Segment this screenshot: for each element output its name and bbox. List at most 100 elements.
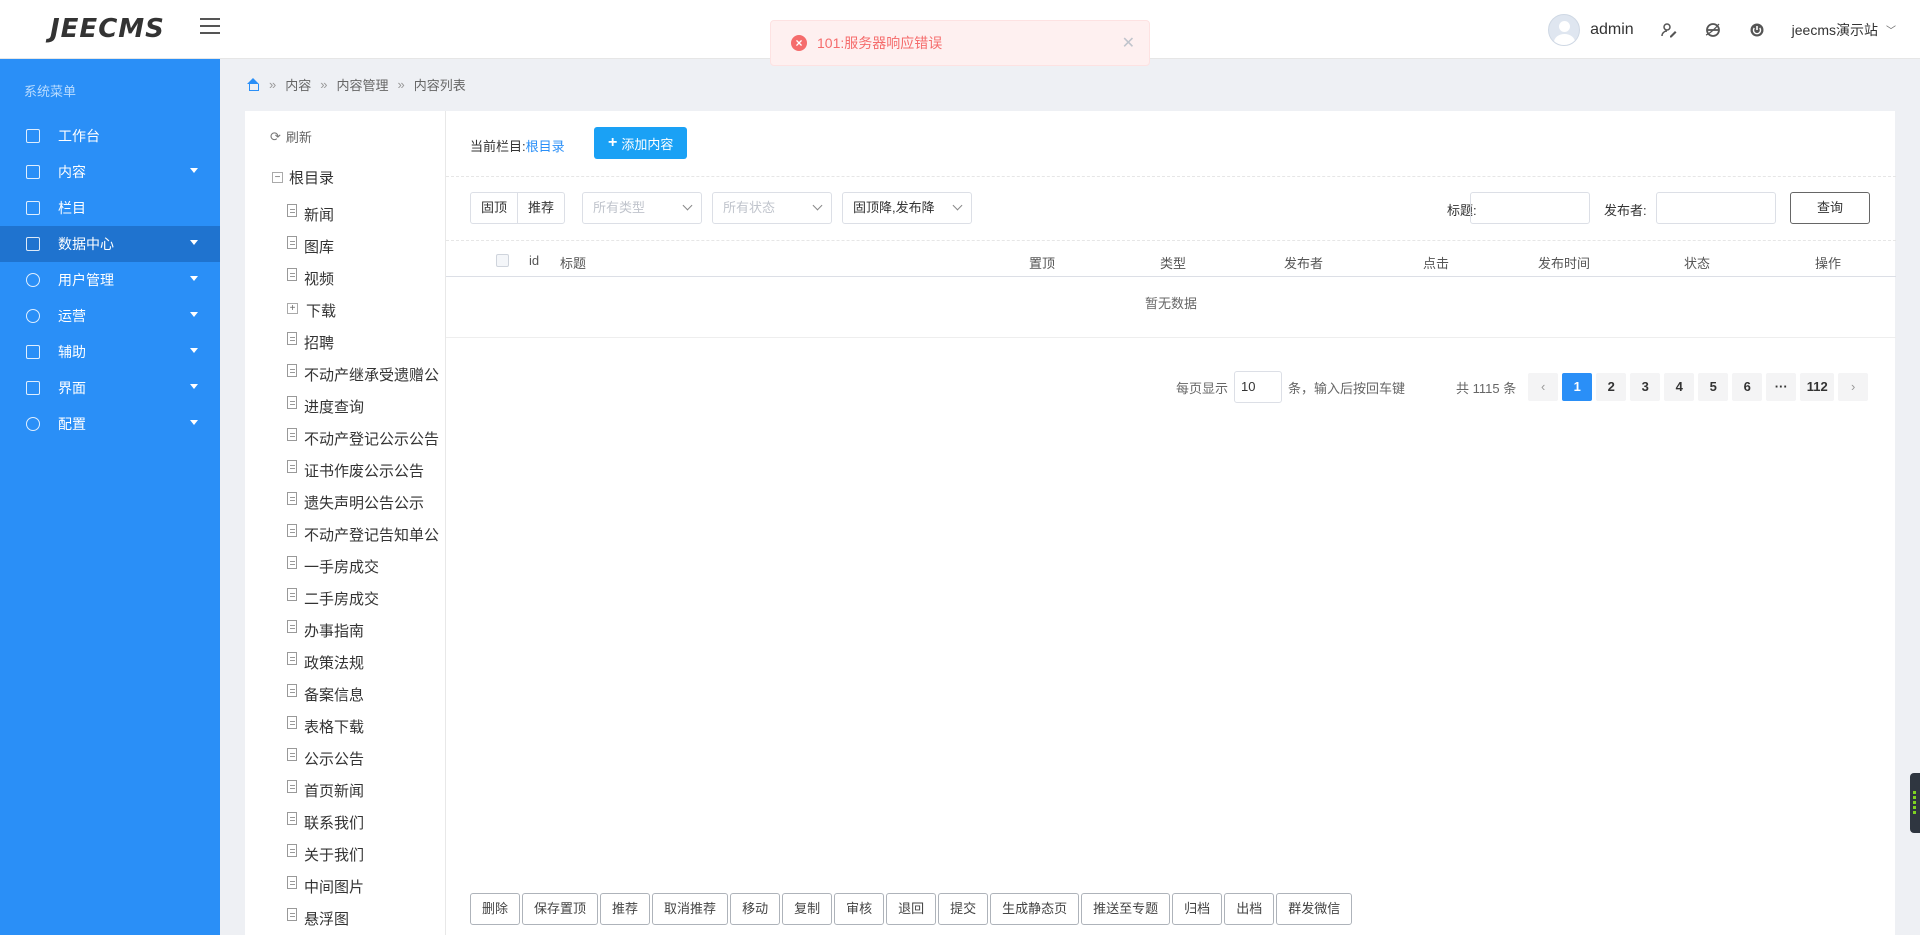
sidebar-item-column[interactable]: 栏目: [0, 190, 220, 226]
select-all-checkbox[interactable]: [496, 254, 509, 267]
tree-node-label: 政策法规: [304, 654, 365, 672]
sidebar-item-user-management[interactable]: 用户管理: [0, 262, 220, 298]
tree-node[interactable]: 进度查询: [287, 390, 439, 422]
bulk-action-button[interactable]: 复制: [782, 893, 833, 925]
tree-node[interactable]: 不动产继承受遗赠公: [287, 358, 439, 390]
bulk-action-button[interactable]: 保存置顶: [522, 893, 599, 925]
column-header[interactable]: 置顶: [1029, 253, 1055, 272]
tree-node[interactable]: 不动产登记告知单公: [287, 518, 439, 550]
tree-node[interactable]: + 下载: [287, 294, 439, 326]
tree-node-label: 进度查询: [304, 398, 365, 416]
tree-node-label: 招聘: [304, 334, 335, 352]
tree-node[interactable]: 关于我们: [287, 838, 439, 870]
tree-node[interactable]: 一手房成交: [287, 550, 439, 582]
sort-select[interactable]: 固顶降,发布降: [842, 192, 972, 224]
power-icon[interactable]: [1748, 21, 1766, 39]
user-edit-icon[interactable]: [1660, 21, 1678, 39]
column-header[interactable]: 发布者: [1284, 253, 1323, 272]
tree-node[interactable]: 遗失声明公告公示: [287, 486, 439, 518]
refresh-button[interactable]: ⟳ 刷新: [270, 127, 312, 146]
bulk-action-button[interactable]: 出档: [1224, 893, 1275, 925]
column-header[interactable]: 状态: [1684, 253, 1710, 272]
tree-node[interactable]: 首页新闻: [287, 774, 439, 806]
page-button[interactable]: 6: [1732, 373, 1763, 401]
sidebar-item-interface[interactable]: 界面: [0, 370, 220, 406]
column-header[interactable]: 发布时间: [1538, 253, 1590, 272]
title-input[interactable]: [1470, 192, 1590, 224]
tree-node[interactable]: 公示公告: [287, 742, 439, 774]
tree-node[interactable]: 政策法规: [287, 646, 439, 678]
tree-node[interactable]: 悬浮图: [287, 902, 439, 934]
sidebar-item-data-center[interactable]: 数据中心: [0, 226, 220, 262]
column-header[interactable]: 点击: [1423, 253, 1449, 272]
column-header[interactable]: 类型: [1160, 253, 1186, 272]
prev-page-button[interactable]: ‹: [1528, 373, 1559, 401]
menu-toggle-icon[interactable]: [200, 18, 220, 36]
page-button[interactable]: 112: [1800, 373, 1835, 401]
tree-node[interactable]: 表格下载: [287, 710, 439, 742]
tree-node[interactable]: 视频: [287, 262, 439, 294]
sidebar-item-assist[interactable]: 辅助: [0, 334, 220, 370]
add-content-button[interactable]: + 添加内容: [594, 127, 688, 159]
sidebar-item-content[interactable]: 内容: [0, 154, 220, 190]
avatar[interactable]: [1548, 13, 1581, 46]
bulk-action-button[interactable]: 归档: [1172, 893, 1223, 925]
per-page-input[interactable]: 10: [1234, 371, 1283, 403]
column-header[interactable]: 标题: [560, 253, 586, 272]
bulk-action-button[interactable]: 提交: [938, 893, 989, 925]
recommend-toggle[interactable]: 推荐: [517, 193, 564, 223]
page-button[interactable]: 2: [1596, 373, 1627, 401]
column-header[interactable]: id: [529, 253, 539, 268]
bulk-action-button[interactable]: 生成静态页: [990, 893, 1080, 925]
tree-node[interactable]: 证书作废公示公告: [287, 454, 439, 486]
tree-node[interactable]: 招聘: [287, 326, 439, 358]
app-logo[interactable]: JEECMS: [50, 14, 165, 44]
more-pages-button[interactable]: ···: [1766, 373, 1797, 401]
publisher-input[interactable]: [1656, 192, 1776, 224]
tree-root[interactable]: − 根目录: [272, 167, 334, 188]
sidebar-item-config[interactable]: 配置: [0, 406, 220, 442]
bulk-action-button[interactable]: 推荐: [600, 893, 651, 925]
home-icon[interactable]: [246, 78, 260, 91]
bulk-action-button[interactable]: 移动: [730, 893, 781, 925]
breadcrumb-separator: »: [397, 77, 405, 92]
tree-node[interactable]: 办事指南: [287, 614, 439, 646]
sidebar-item-workbench[interactable]: 工作台: [0, 118, 220, 154]
tree-node[interactable]: 不动产登记公示公告: [287, 422, 439, 454]
current-column-link[interactable]: 根目录: [526, 139, 565, 154]
breadcrumb-item[interactable]: 内容管理: [336, 75, 388, 94]
top-toggle[interactable]: 固顶: [471, 193, 517, 223]
bulk-action-button[interactable]: 删除: [470, 893, 521, 925]
tree-node[interactable]: 图库: [287, 230, 439, 262]
browser-icon[interactable]: [1704, 21, 1722, 39]
tree-node[interactable]: 中间图片: [287, 870, 439, 902]
tree-node[interactable]: 二手房成交: [287, 582, 439, 614]
query-button[interactable]: 查询: [1790, 192, 1870, 224]
tree-node[interactable]: 备案信息: [287, 678, 439, 710]
side-widget-tab[interactable]: [1910, 773, 1920, 833]
page-button[interactable]: 4: [1664, 373, 1695, 401]
type-select[interactable]: 所有类型: [582, 192, 702, 224]
page-button[interactable]: 5: [1698, 373, 1729, 401]
chevron-down-icon: [682, 200, 693, 211]
bulk-action-button[interactable]: 群发微信: [1276, 893, 1353, 925]
status-select[interactable]: 所有状态: [712, 192, 832, 224]
tree-node[interactable]: 新闻: [287, 198, 439, 230]
layout-icon: [26, 381, 40, 395]
site-selector[interactable]: jeecms演示站 ﹀: [1792, 20, 1896, 40]
close-icon[interactable]: ✕: [1122, 33, 1135, 53]
breadcrumb-item[interactable]: 内容: [285, 75, 311, 94]
bulk-action-button[interactable]: 取消推荐: [652, 893, 729, 925]
page-button[interactable]: 1: [1562, 373, 1593, 401]
bulk-action-button[interactable]: 退回: [886, 893, 937, 925]
page-button[interactable]: 3: [1630, 373, 1661, 401]
bulk-action-button[interactable]: 推送至专题: [1081, 893, 1171, 925]
bulk-action-button[interactable]: 审核: [834, 893, 885, 925]
document-icon: [287, 811, 297, 825]
next-page-button[interactable]: ›: [1838, 373, 1869, 401]
collapse-icon[interactable]: −: [272, 172, 283, 183]
username[interactable]: admin: [1590, 21, 1634, 39]
expand-icon[interactable]: +: [287, 302, 298, 314]
tree-node[interactable]: 联系我们: [287, 806, 439, 838]
sidebar-item-operations[interactable]: 运营: [0, 298, 220, 334]
